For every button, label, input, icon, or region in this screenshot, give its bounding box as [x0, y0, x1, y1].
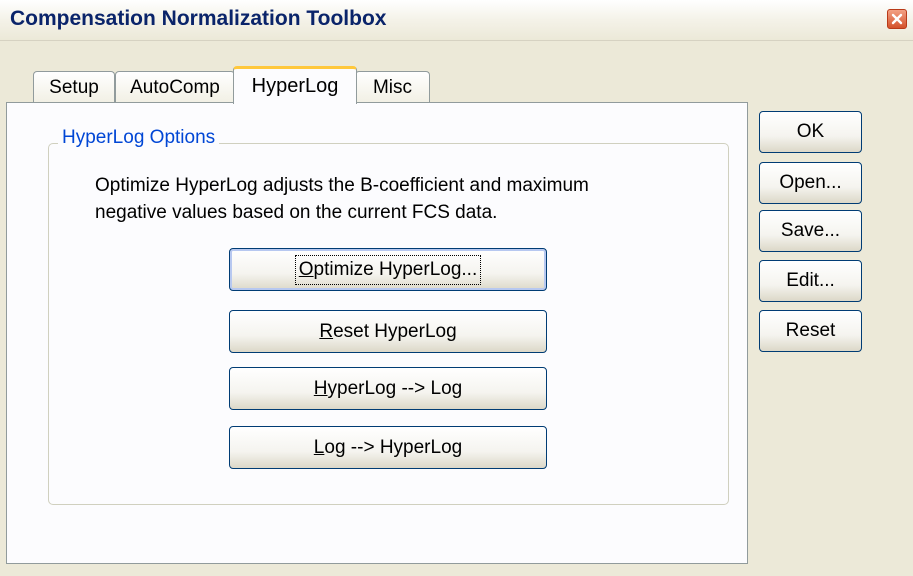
save-label: Save...: [780, 220, 841, 241]
description: Optimize HyperLog adjusts the B-coeffici…: [95, 172, 695, 226]
close-button[interactable]: [887, 9, 907, 29]
mnemonic: O: [298, 258, 314, 280]
mnemonic: L: [313, 436, 325, 458]
optimize-hyperlog-button[interactable]: Optimize HyperLog...: [229, 248, 547, 291]
label-text: og --> HyperLog: [324, 436, 463, 458]
mnemonic: R: [319, 320, 334, 342]
hyperlog-to-log-label: HyperLog --> Log: [314, 378, 462, 400]
ok-button[interactable]: OK: [759, 111, 862, 153]
open-button[interactable]: Open...: [759, 162, 862, 204]
reset-hyperlog-label: Reset HyperLog: [319, 321, 456, 343]
open-label: Open...: [779, 172, 842, 193]
tab-autocomp[interactable]: AutoComp: [115, 71, 235, 104]
label-text: ptimize HyperLog...: [313, 258, 478, 280]
ok-label: OK: [796, 121, 825, 142]
group-title: HyperLog Options: [58, 127, 220, 149]
tab-setup[interactable]: Setup: [33, 71, 115, 104]
description-line-1: Optimize HyperLog adjusts the B-coeffici…: [95, 175, 589, 196]
tab-misc[interactable]: Misc: [355, 71, 430, 104]
tab-hyperlog[interactable]: HyperLog: [233, 66, 357, 104]
tab-hyperlog-label: HyperLog: [251, 75, 339, 97]
reset-button[interactable]: Reset: [759, 310, 862, 352]
close-icon: [891, 13, 903, 25]
label-text: yperLog --> Log: [327, 377, 463, 399]
save-button[interactable]: Save...: [759, 210, 862, 252]
label-text: eset HyperLog: [333, 320, 457, 342]
reset-label: Reset: [785, 320, 836, 341]
tab-setup-label: Setup: [49, 77, 99, 98]
hyperlog-to-log-button[interactable]: HyperLog --> Log: [229, 367, 547, 410]
log-to-hyperlog-label: Log --> HyperLog: [314, 437, 462, 459]
description-line-2: negative values based on the current FCS…: [95, 202, 498, 223]
optimize-hyperlog-label: Optimize HyperLog...: [294, 254, 482, 285]
title-bar: Compensation Normalization Toolbox: [0, 0, 913, 41]
window-title: Compensation Normalization Toolbox: [10, 7, 387, 30]
tab-autocomp-label: AutoComp: [130, 77, 220, 98]
edit-label: Edit...: [786, 270, 835, 291]
mnemonic: H: [313, 377, 328, 399]
tab-misc-label: Misc: [372, 77, 413, 98]
reset-hyperlog-button[interactable]: Reset HyperLog: [229, 310, 547, 353]
edit-button[interactable]: Edit...: [759, 260, 862, 302]
log-to-hyperlog-button[interactable]: Log --> HyperLog: [229, 426, 547, 469]
